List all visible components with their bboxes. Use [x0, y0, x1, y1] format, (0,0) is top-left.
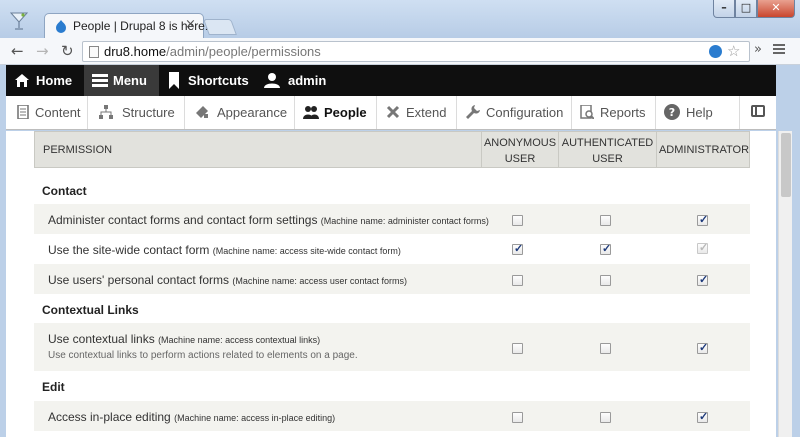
toolbar-home-link[interactable]: Home [6, 65, 82, 96]
window-minimize-button[interactable]: – [713, 0, 735, 18]
content-icon [17, 105, 29, 119]
toolbar-menu-tab[interactable]: Menu [84, 65, 159, 96]
address-bar[interactable]: dru8.home/admin/people/permissions ☆ [82, 41, 750, 62]
window-maximize-button[interactable]: □ [735, 0, 757, 18]
checkbox-anonymous[interactable] [512, 275, 523, 286]
svg-text:?: ? [669, 106, 675, 119]
checkbox-authenticated[interactable] [600, 343, 611, 354]
column-header-authenticated: AUTHENTICATED USER [558, 132, 656, 168]
browser-menu-icon[interactable] [773, 44, 785, 56]
tray-item-extend[interactable]: Extend [377, 96, 457, 129]
new-tab-button[interactable] [203, 19, 237, 35]
permission-description: Use contextual links to perform actions … [48, 350, 358, 361]
tray-item-help[interactable]: ? Help [656, 96, 740, 129]
permission-title: Use the site-wide contact form (Machine … [48, 243, 401, 257]
browser-tab[interactable]: People | Drupal 8 is here! × [44, 13, 208, 38]
appearance-icon [196, 106, 208, 118]
drupal-extension-icon[interactable] [709, 45, 722, 58]
bookmark-icon [169, 72, 179, 89]
extend-icon [386, 105, 400, 119]
tray-item-configuration[interactable]: Configuration [457, 96, 572, 129]
checkbox-administrator[interactable] [697, 213, 708, 226]
tab-close-icon[interactable]: × [185, 17, 196, 32]
column-header-anonymous: ANONYMOUS USER [481, 132, 558, 168]
tray-item-appearance[interactable]: Appearance [185, 96, 295, 129]
permission-title: Use contextual links (Machine name: acce… [48, 332, 321, 346]
menu-tray: Content Structure Appearance People Exte… [6, 96, 776, 130]
reload-icon[interactable]: ↻ [61, 42, 74, 60]
toolbar-user-tab[interactable]: admin [258, 65, 338, 96]
page-content: PERMISSION ANONYMOUS USER AUTHENTICATED US… [6, 131, 776, 437]
url-text[interactable]: dru8.home/admin/people/permissions [104, 44, 321, 59]
module-name: Edit [42, 380, 65, 394]
checkbox-administrator[interactable] [697, 241, 708, 254]
tray-item-structure[interactable]: Structure [88, 96, 185, 129]
martini-glass-icon [9, 12, 29, 30]
column-header-administrator: ADMINISTRATOR [656, 132, 751, 168]
window-close-button[interactable]: ✕ [757, 0, 795, 18]
permission-row-in-place-editing: Access in-place editing (Machine name: a… [34, 401, 750, 431]
module-name: Contextual Links [42, 303, 139, 317]
checkbox-authenticated[interactable] [600, 275, 611, 286]
reports-icon [580, 105, 594, 119]
checkbox-administrator[interactable] [697, 273, 708, 286]
permission-row-site-wide-contact-form: Use the site-wide contact form (Machine … [34, 234, 750, 264]
browser-toolbar: ← → ↻ dru8.home/admin/people/permissions… [0, 38, 800, 65]
module-row-edit: Edit [34, 371, 750, 401]
column-header-permission: PERMISSION [43, 144, 113, 156]
drupal-admin-toolbar: Home Menu Shortcuts admin [6, 65, 776, 96]
checkbox-authenticated[interactable] [600, 242, 611, 255]
people-icon [303, 106, 319, 119]
checkbox-anonymous[interactable] [512, 412, 523, 423]
checkbox-anonymous[interactable] [512, 215, 523, 226]
permission-row-personal-contact-forms: Use users' personal contact forms (Machi… [34, 264, 750, 294]
page-icon [89, 46, 99, 58]
checkbox-anonymous[interactable] [512, 343, 523, 354]
bookmark-star-icon[interactable]: ☆ [727, 42, 740, 60]
module-row-contact: Contact [34, 175, 750, 203]
tray-item-content[interactable]: Content [6, 96, 88, 129]
permissions-table: PERMISSION ANONYMOUS USER AUTHENTICATED US… [34, 131, 750, 437]
table-row [34, 431, 750, 437]
help-icon: ? [664, 104, 680, 120]
user-icon [264, 73, 280, 88]
forward-arrow-icon[interactable]: → [36, 42, 49, 60]
table-header: PERMISSION ANONYMOUS USER AUTHENTICATED US… [34, 131, 750, 168]
module-name: Contact [42, 184, 87, 198]
permission-row-administer-contact-forms: Administer contact forms and contact for… [34, 204, 750, 234]
window-frame-edge [792, 65, 800, 437]
checkbox-administrator[interactable] [697, 341, 708, 354]
checkbox-authenticated[interactable] [600, 215, 611, 226]
tray-item-people[interactable]: People [295, 96, 377, 129]
module-row-contextual-links: Contextual Links [34, 294, 750, 323]
back-arrow-icon[interactable]: ← [11, 42, 24, 60]
home-icon [15, 74, 29, 87]
hamburger-icon [92, 74, 108, 87]
toolbar-shortcuts-tab[interactable]: Shortcuts [162, 65, 254, 96]
checkbox-authenticated[interactable] [600, 412, 611, 423]
tray-orientation-toggle-icon[interactable] [751, 105, 765, 117]
tray-item-reports[interactable]: Reports [572, 96, 656, 129]
permission-title: Access in-place editing (Machine name: a… [48, 410, 336, 424]
extensions-overflow-icon[interactable]: » [754, 42, 762, 57]
scrollbar-thumb[interactable] [781, 133, 791, 197]
drupal-favicon-icon [56, 20, 66, 33]
checkbox-administrator[interactable] [697, 410, 708, 423]
checkbox-anonymous[interactable] [512, 242, 523, 255]
permission-title: Administer contact forms and contact for… [48, 213, 489, 227]
browser-titlebar: People | Drupal 8 is here! × – □ ✕ [0, 0, 800, 38]
structure-icon [99, 105, 113, 119]
page-scrollbar[interactable] [778, 131, 792, 437]
permission-title: Use users' personal contact forms (Machi… [48, 273, 407, 287]
permission-row-contextual-links: Use contextual links (Machine name: acce… [34, 323, 750, 371]
wrench-icon [466, 105, 480, 119]
